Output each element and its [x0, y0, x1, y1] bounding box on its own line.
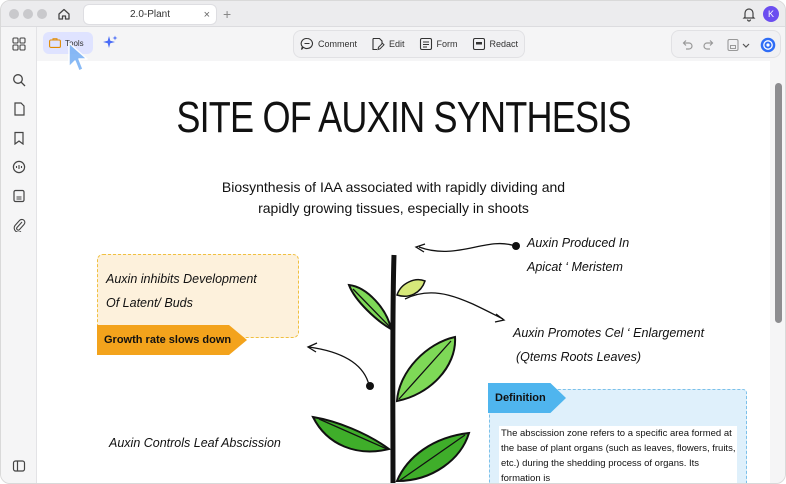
minimize-window-button[interactable]: [23, 9, 33, 19]
toolbox-icon: [49, 38, 61, 48]
ai-assistant-button[interactable]: [101, 34, 119, 52]
scroll-thumb[interactable]: [775, 83, 782, 323]
redact-tool-button[interactable]: Redact: [472, 37, 519, 51]
redact-tool-label: Redact: [489, 39, 519, 49]
edit-tool-label: Edit: [389, 39, 405, 49]
top-toolbar: Tools Comment Edit Form Redact: [37, 27, 785, 61]
attachment-page-icon[interactable]: [10, 187, 28, 205]
home-icon: [58, 8, 70, 20]
cloud-sync-icon[interactable]: [760, 37, 776, 53]
document-subtitle: Biosynthesis of IAA associated with rapi…: [37, 177, 750, 219]
new-tab-button[interactable]: +: [223, 5, 231, 23]
auxin-promotes-line-2: (Qtems Roots Leaves): [516, 350, 642, 364]
auxin-produced-line-2: Apicat ‘ Meristem: [527, 260, 623, 274]
document-tab[interactable]: 2.0-Plant ×: [83, 4, 217, 25]
document-page: SITE OF AUXIN SYNTHESIS Biosynthesis of …: [37, 61, 770, 484]
page-thumbnail-icon[interactable]: [10, 100, 28, 118]
definition-text: The abscission zone refers to a specific…: [499, 426, 737, 484]
chevron-down-icon[interactable]: [742, 38, 750, 52]
subtitle-line-1: Biosynthesis of IAA associated with rapi…: [221, 179, 566, 195]
comment-icon: [300, 37, 313, 50]
undo-icon[interactable]: [680, 38, 694, 52]
bookmark-icon[interactable]: [10, 129, 28, 147]
save-icon[interactable]: [726, 38, 740, 52]
growth-rate-banner: Growth rate slows down: [97, 325, 247, 355]
maximize-window-button[interactable]: [37, 9, 47, 19]
tab-title: 2.0-Plant: [129, 9, 171, 20]
auxin-promotes-label: Auxin Promotes Cel ‘ Enlargement (Qtems …: [513, 321, 704, 369]
form-icon: [419, 37, 432, 51]
apps-grid-icon[interactable]: [10, 35, 28, 53]
redact-icon: [472, 37, 485, 51]
callout-buds-line-2: Of Latent/ Buds: [106, 296, 193, 310]
home-button[interactable]: [55, 5, 73, 23]
notification-button[interactable]: [741, 6, 757, 22]
user-avatar[interactable]: K: [763, 6, 779, 22]
bell-icon: [742, 8, 756, 22]
search-icon[interactable]: [10, 71, 28, 89]
edit-icon: [372, 37, 385, 51]
edit-toolbar: Comment Edit Form Redact: [293, 30, 526, 58]
form-tool-button[interactable]: Form: [419, 37, 458, 51]
form-tool-label: Form: [436, 39, 458, 49]
sidebar-toggle-icon[interactable]: [10, 457, 28, 475]
comment-tool-label: Comment: [318, 39, 358, 49]
mouse-cursor-icon: [68, 42, 88, 72]
sparkle-icon: [103, 35, 118, 48]
close-window-button[interactable]: [9, 9, 19, 19]
title-bar: 2.0-Plant × + K: [1, 1, 785, 27]
redo-icon[interactable]: [702, 38, 716, 52]
comment-tool-button[interactable]: Comment: [300, 37, 357, 51]
auxin-promotes-line-1: Auxin Promotes Cel ‘ Enlargement: [513, 326, 705, 340]
edit-tool-button[interactable]: Edit: [371, 37, 405, 51]
auxin-controls-label: Auxin Controls Leaf Abscission: [109, 436, 281, 450]
vertical-scrollbar[interactable]: [770, 61, 785, 483]
app-window: 2.0-Plant × + K Tools Comment Edit Form …: [0, 0, 786, 484]
auxin-produced-label: Auxin Produced In Apicat ‘ Meristem: [527, 231, 629, 279]
auxin-produced-line-1: Auxin Produced In: [527, 236, 630, 250]
left-sidebar: [1, 27, 37, 483]
callout-buds-line-1: Auxin inhibits Development: [106, 272, 257, 286]
tab-close-button[interactable]: ×: [204, 8, 210, 22]
subtitle-line-2: rapidly growing tissues, especially in s…: [258, 200, 529, 216]
comment-list-icon[interactable]: [10, 158, 28, 176]
right-toolbar: [671, 30, 781, 58]
document-title: SITE OF AUXIN SYNTHESIS: [176, 93, 631, 142]
definition-tag: Definition: [488, 383, 566, 413]
paperclip-icon[interactable]: [10, 216, 28, 234]
